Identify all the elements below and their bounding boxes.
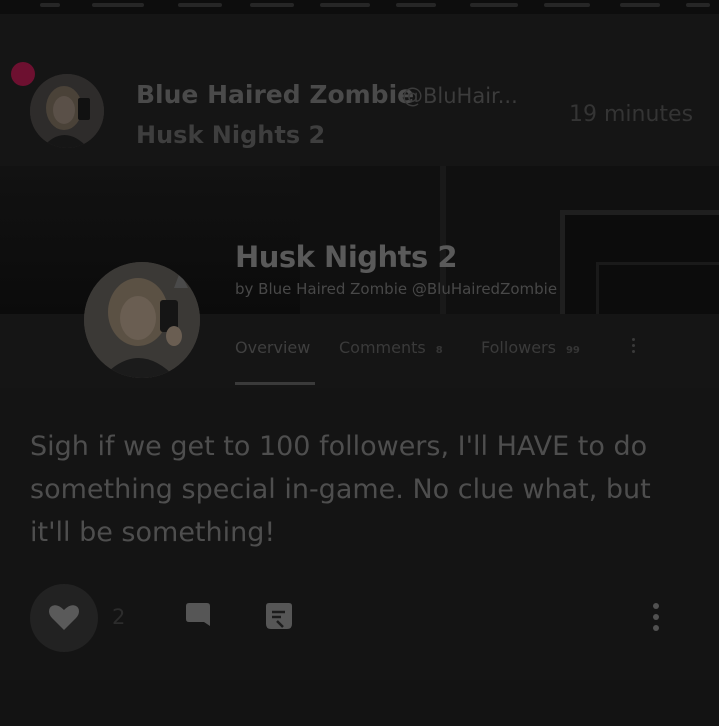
- author-avatar[interactable]: [30, 74, 104, 148]
- active-tab-indicator: [235, 382, 315, 385]
- heart-icon: [49, 605, 79, 630]
- author-name[interactable]: Blue Haired Zombie: [136, 80, 414, 109]
- author-handle: @BluHair...: [402, 84, 518, 108]
- story-byline[interactable]: by Blue Haired Zombie @BluHairedZombie: [235, 280, 557, 298]
- post-header[interactable]: Blue Haired Zombie @BluHair... 19 minute…: [0, 14, 719, 166]
- post-body: Sigh if we get to 100 followers, I'll HA…: [30, 431, 651, 548]
- status-strip: [0, 0, 719, 14]
- comment-button[interactable]: [182, 600, 214, 632]
- share-icon: [266, 603, 292, 629]
- tab-count: 8: [435, 345, 443, 356]
- more-options-icon[interactable]: [648, 601, 662, 633]
- share-button[interactable]: [263, 600, 295, 632]
- tabs-more-icon[interactable]: [628, 334, 640, 358]
- footer-space: [0, 680, 719, 726]
- post-story-title[interactable]: Husk Nights 2: [136, 121, 325, 149]
- tab-label: Followers: [481, 338, 556, 357]
- tab-overview[interactable]: Overview: [235, 338, 310, 357]
- tab-followers[interactable]: Followers 99: [481, 338, 580, 357]
- tab-comments[interactable]: Comments 8: [339, 338, 443, 357]
- tab-label: Comments: [339, 338, 426, 357]
- comment-icon: [186, 603, 210, 626]
- story-author-avatar[interactable]: [84, 262, 200, 378]
- notification-dot: [11, 62, 35, 86]
- tab-label: Overview: [235, 338, 311, 357]
- like-button[interactable]: [30, 584, 98, 652]
- story-title[interactable]: Husk Nights 2: [235, 240, 458, 274]
- tab-count: 99: [565, 345, 580, 356]
- post-timestamp: 19 minutes: [569, 102, 694, 127]
- like-count: 2: [112, 605, 126, 629]
